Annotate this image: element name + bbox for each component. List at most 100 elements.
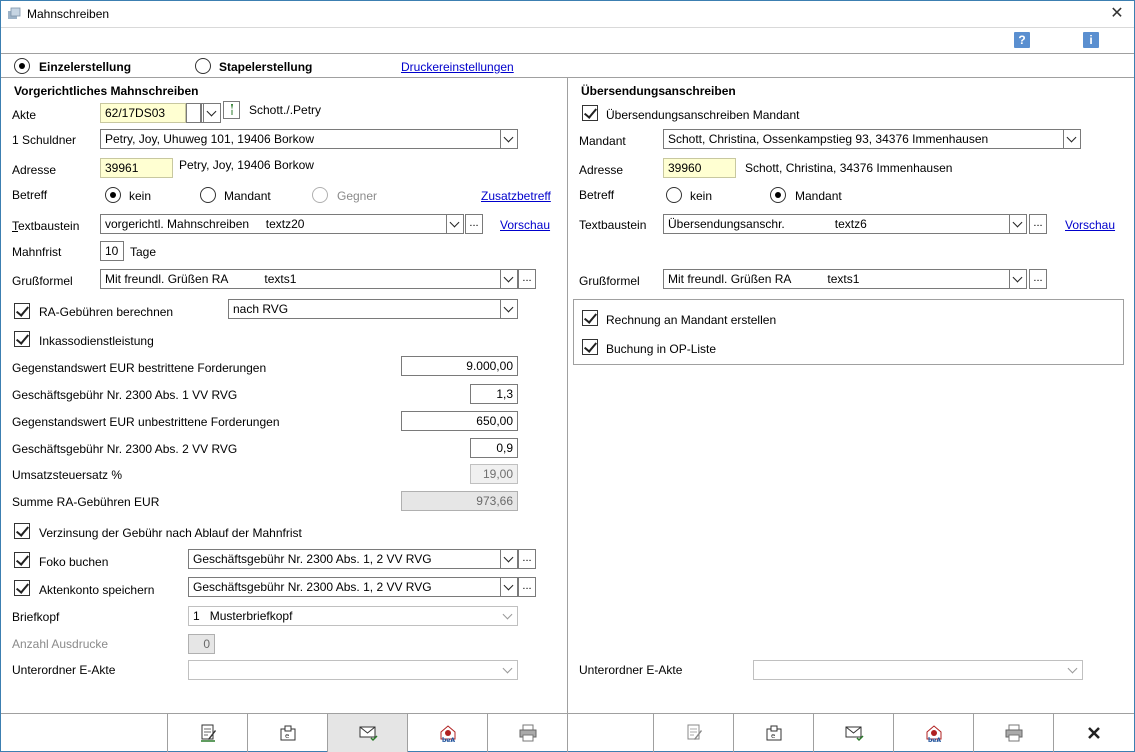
left-save-eakte-button[interactable]: e	[248, 714, 328, 752]
verzinsung-checkbox[interactable]	[14, 523, 30, 539]
right-betreff-kein-radio[interactable]	[666, 187, 682, 203]
chevron-down-icon	[500, 300, 517, 318]
buchung-checkbox[interactable]	[582, 339, 598, 355]
right-email-button[interactable]	[814, 714, 894, 752]
left-edit-button[interactable]	[168, 714, 248, 752]
fee-row-input[interactable]: 9.000,00	[401, 356, 518, 376]
aktenkonto-checkbox[interactable]	[14, 580, 30, 596]
textbaustein-code: textz20	[265, 217, 305, 231]
right-textbaustein-preview-link[interactable]: Vorschau	[1065, 218, 1115, 232]
akte-description: Schott./.Petry	[249, 103, 322, 117]
right-bea-button[interactable]: beA	[894, 714, 974, 752]
svg-text:beA: beA	[442, 737, 455, 743]
right-grussformel-value: Mit freundl. Grüßen RA	[668, 272, 791, 286]
fee-row-input[interactable]: 0,9	[470, 438, 518, 458]
edit-document-icon	[200, 724, 216, 742]
fee-row-input[interactable]: 19,00	[470, 464, 518, 484]
textbaustein-browse-button[interactable]: ...	[465, 214, 483, 234]
inkasso-checkbox[interactable]	[14, 331, 30, 347]
betreff-label: Betreff	[12, 188, 48, 202]
email-icon	[845, 726, 864, 742]
window-close-button[interactable]: ✕	[1106, 3, 1128, 25]
left-print-button[interactable]	[488, 714, 568, 752]
schuldner-select[interactable]: Petry, Joy, Uhuweg 101, 19406 Borkow	[100, 129, 518, 149]
right-betreff-kein-label: kein	[690, 189, 713, 203]
right-save-eakte-button[interactable]: e	[734, 714, 814, 752]
printer-settings-link[interactable]: Druckereinstellungen	[401, 60, 514, 74]
right-print-button[interactable]	[974, 714, 1054, 752]
chevron-down-icon	[500, 607, 517, 625]
fee-row-input[interactable]: 1,3	[470, 384, 518, 404]
mandant-select[interactable]: Schott, Christina, Ossenkampstieg 93, 34…	[663, 129, 1081, 149]
right-betreff-mandant-radio[interactable]	[770, 187, 786, 203]
akte-dropdown[interactable]	[201, 103, 221, 123]
ra-gebuehren-select[interactable]: nach RVG	[228, 299, 518, 319]
close-button[interactable]	[1054, 714, 1134, 752]
grussformel-browse-button[interactable]: ...	[518, 269, 536, 289]
save-to-eakte-icon: e	[280, 725, 295, 741]
right-edit-button[interactable]	[654, 714, 734, 752]
akte-extra[interactable]	[186, 103, 201, 123]
chevron-down-icon	[500, 130, 517, 148]
email-icon	[359, 726, 378, 742]
ausdrucke-label: Anzahl Ausdrucke	[12, 637, 109, 651]
fee-row-label: Gegenstandswert EUR unbestrittene Forder…	[12, 415, 280, 429]
zusatzbetreff-link[interactable]: Zusatzbetreff	[481, 189, 551, 203]
right-textbaustein-code: textz6	[834, 217, 867, 231]
help-icon[interactable]: ?	[1014, 32, 1030, 48]
info-icon[interactable]: i	[1083, 32, 1099, 48]
left-email-button[interactable]	[328, 714, 408, 752]
briefkopf-num: 1	[193, 609, 200, 623]
main-window: Mahnschreiben ✕ ? i Einzelerstellung Sta…	[0, 0, 1135, 752]
schuldner-label: 1 Schuldner	[12, 133, 77, 147]
right-grussformel-browse-button[interactable]: ...	[1029, 269, 1047, 289]
betreff-mandant-radio[interactable]	[200, 187, 216, 203]
right-grussformel-select[interactable]: Mit freundl. Grüßen RA texts1	[663, 269, 1027, 289]
close-icon	[1088, 727, 1100, 739]
column-divider	[567, 77, 568, 713]
textbaustein-label-rest: extbaustein	[18, 219, 80, 233]
ausdrucke-input[interactable]: 0	[188, 634, 215, 654]
betreff-gegner-radio[interactable]	[312, 187, 328, 203]
betreff-kein-radio[interactable]	[105, 187, 121, 203]
mode-batch-radio[interactable]	[195, 58, 211, 74]
fee-row-label: Geschäftsgebühr Nr. 2300 Abs. 2 VV RVG	[12, 442, 238, 456]
right-grussformel-code: texts1	[827, 272, 860, 286]
aktenkonto-browse-button[interactable]: ...	[518, 577, 536, 597]
unterordner-select[interactable]	[188, 660, 518, 680]
aktenkonto-select[interactable]: Geschäftsgebühr Nr. 2300 Abs. 1, 2 VV RV…	[188, 577, 518, 597]
akte-input[interactable]: 62/17DS03	[100, 103, 186, 123]
textbaustein-select[interactable]: vorgerichtl. Mahnschreiben textz20	[100, 214, 464, 234]
ra-gebuehren-value: nach RVG	[233, 302, 289, 316]
right-adresse-input[interactable]: 39960	[663, 158, 736, 178]
briefkopf-select[interactable]: 1 Musterbriefkopf	[188, 606, 518, 626]
right-textbaustein-value: Übersendungsanschr.	[668, 217, 785, 231]
chevron-down-icon	[1063, 130, 1080, 148]
chevron-down-icon	[1009, 270, 1026, 288]
right-textbaustein-select[interactable]: Übersendungsanschr. textz6	[663, 214, 1027, 234]
textbaustein-preview-link[interactable]: Vorschau	[500, 218, 550, 232]
rechnung-checkbox[interactable]	[582, 310, 598, 326]
left-bea-button[interactable]: beA	[408, 714, 488, 752]
mode-single-radio[interactable]	[14, 58, 30, 74]
uebersendung-label: Übersendungsanschreiben Mandant	[606, 108, 800, 122]
adresse-input[interactable]: 39961	[100, 158, 173, 178]
ra-gebuehren-checkbox[interactable]	[14, 303, 30, 319]
foko-checkbox[interactable]	[14, 552, 30, 568]
foko-select[interactable]: Geschäftsgebühr Nr. 2300 Abs. 1, 2 VV RV…	[188, 549, 518, 569]
pin-icon[interactable]	[223, 101, 240, 119]
uebersendung-checkbox[interactable]	[582, 105, 598, 121]
grussformel-select[interactable]: Mit freundl. Grüßen RA texts1	[100, 269, 518, 289]
fee-row-label: Umsatzsteuersatz %	[12, 468, 123, 482]
bea-icon: beA	[926, 725, 941, 743]
fee-row-label: Summe RA-Gebühren EUR	[12, 495, 160, 509]
mahnfrist-input[interactable]: 10	[100, 241, 124, 261]
foko-browse-button[interactable]: ...	[518, 549, 536, 569]
bea-icon: beA	[440, 725, 455, 743]
fee-sum-field: 973,66	[401, 491, 518, 511]
fee-row-input[interactable]: 650,00	[401, 411, 518, 431]
toolbar-spacer	[568, 714, 654, 752]
schuldner-value: Petry, Joy, Uhuweg 101, 19406 Borkow	[105, 132, 315, 146]
right-textbaustein-browse-button[interactable]: ...	[1029, 214, 1047, 234]
right-unterordner-select[interactable]	[753, 660, 1083, 680]
